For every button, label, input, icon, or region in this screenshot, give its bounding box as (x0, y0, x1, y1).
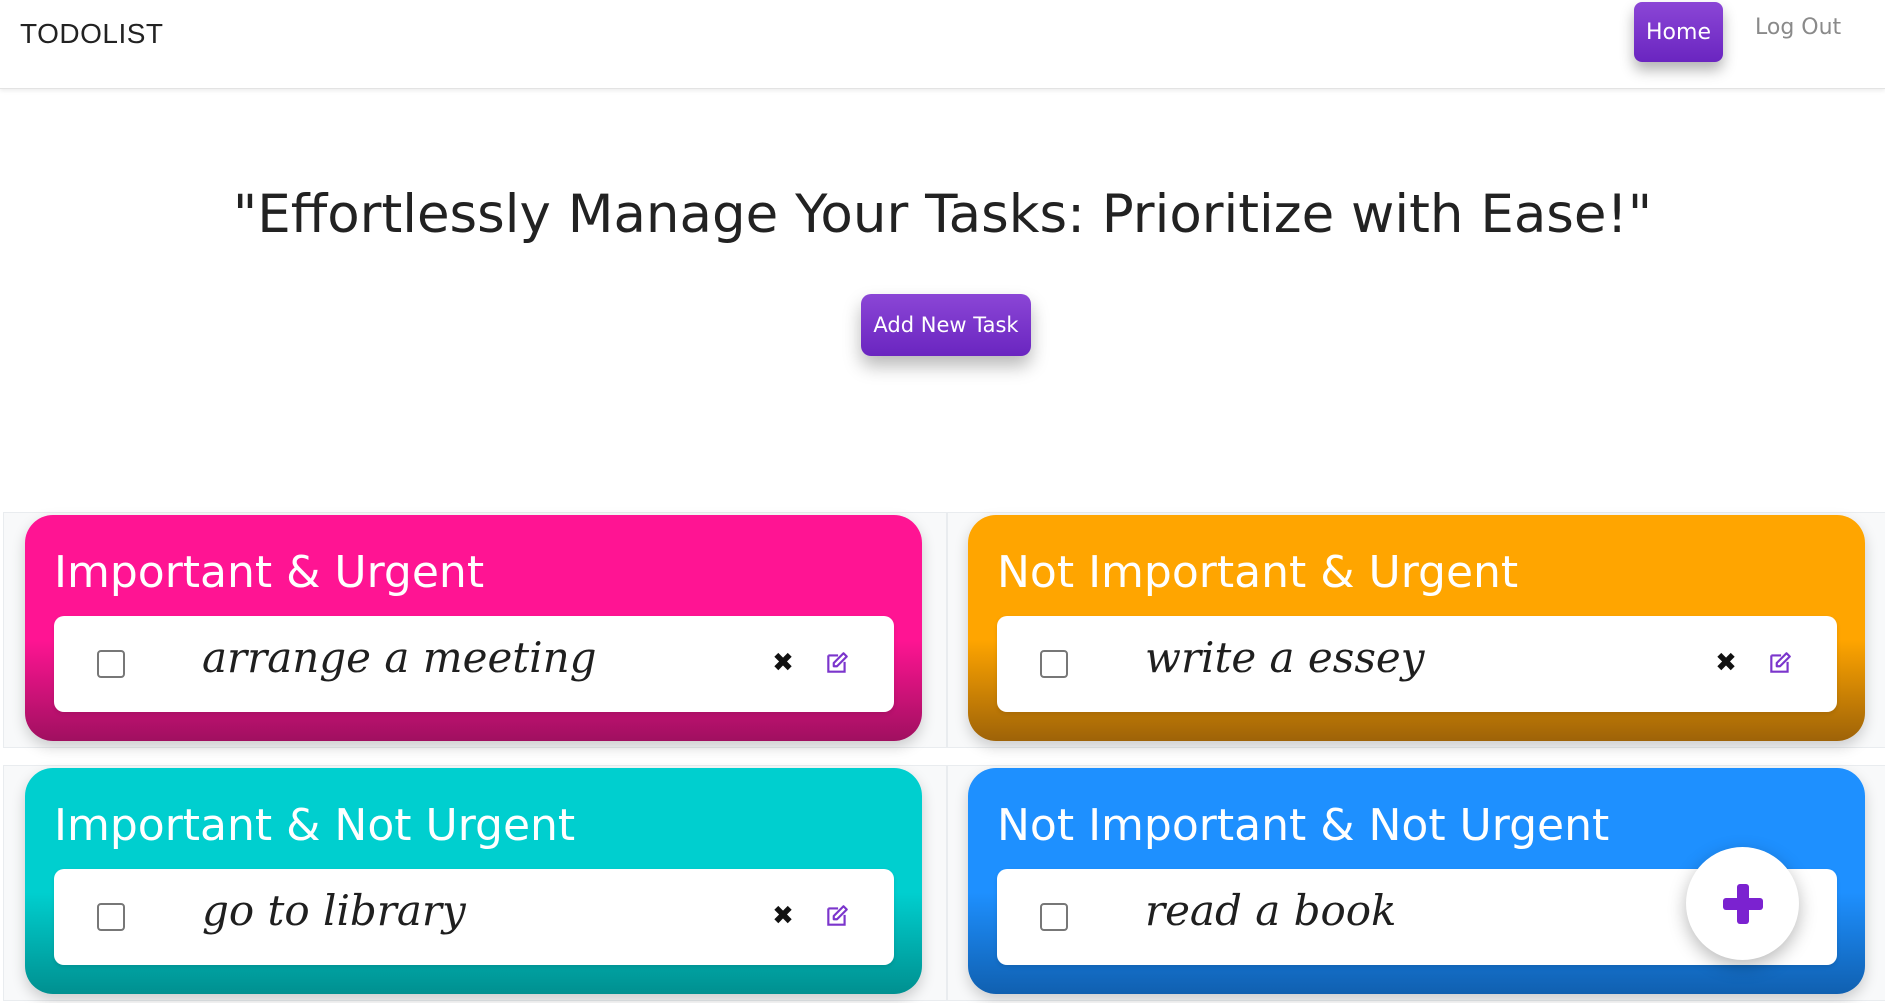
quadrant-cell-not-important-urgent: Not Important & Urgent write a essey ✖ (947, 512, 1885, 748)
navbar: TODOLIST Home Log Out (0, 0, 1885, 89)
close-icon[interactable]: ✖ (770, 901, 796, 931)
task-text: go to library (202, 886, 466, 935)
task-checkbox[interactable] (97, 903, 125, 931)
edit-icon[interactable] (824, 903, 850, 929)
quadrant-card-important-urgent: Important & Urgent arrange a meeting ✖ (25, 515, 922, 741)
close-icon[interactable]: ✖ (1713, 648, 1739, 678)
quadrant-title: Important & Urgent (54, 547, 485, 598)
edit-icon[interactable] (824, 650, 850, 676)
page-title: "Effortlessly Manage Your Tasks: Priorit… (232, 184, 1653, 245)
add-new-task-button[interactable]: Add New Task (861, 294, 1031, 356)
task-item: write a essey ✖ (997, 616, 1837, 712)
quadrant-title: Important & Not Urgent (54, 800, 576, 851)
quadrant-cell-important-urgent: Important & Urgent arrange a meeting ✖ (3, 512, 947, 748)
task-checkbox[interactable] (97, 650, 125, 678)
quadrant-cell-important-not-urgent: Important & Not Urgent go to library ✖ (3, 765, 947, 1001)
brand-logo[interactable]: TODOLIST (20, 16, 164, 52)
edit-icon[interactable] (1767, 650, 1793, 676)
close-icon[interactable]: ✖ (770, 648, 796, 678)
home-button[interactable]: Home (1634, 2, 1723, 62)
add-task-fab[interactable] (1686, 847, 1799, 960)
quadrant-card-important-not-urgent: Important & Not Urgent go to library ✖ (25, 768, 922, 994)
plus-icon (1722, 883, 1763, 924)
task-checkbox[interactable] (1040, 650, 1068, 678)
logout-link[interactable]: Log Out (1755, 15, 1841, 40)
task-text: read a book (1145, 886, 1397, 935)
task-item: go to library ✖ (54, 869, 894, 965)
quadrant-title: Not Important & Urgent (997, 547, 1519, 598)
task-text: arrange a meeting (202, 633, 597, 682)
quadrant-title: Not Important & Not Urgent (997, 800, 1610, 851)
task-item: arrange a meeting ✖ (54, 616, 894, 712)
task-checkbox[interactable] (1040, 903, 1068, 931)
task-text: write a essey (1145, 633, 1425, 682)
quadrant-card-not-important-urgent: Not Important & Urgent write a essey ✖ (968, 515, 1865, 741)
